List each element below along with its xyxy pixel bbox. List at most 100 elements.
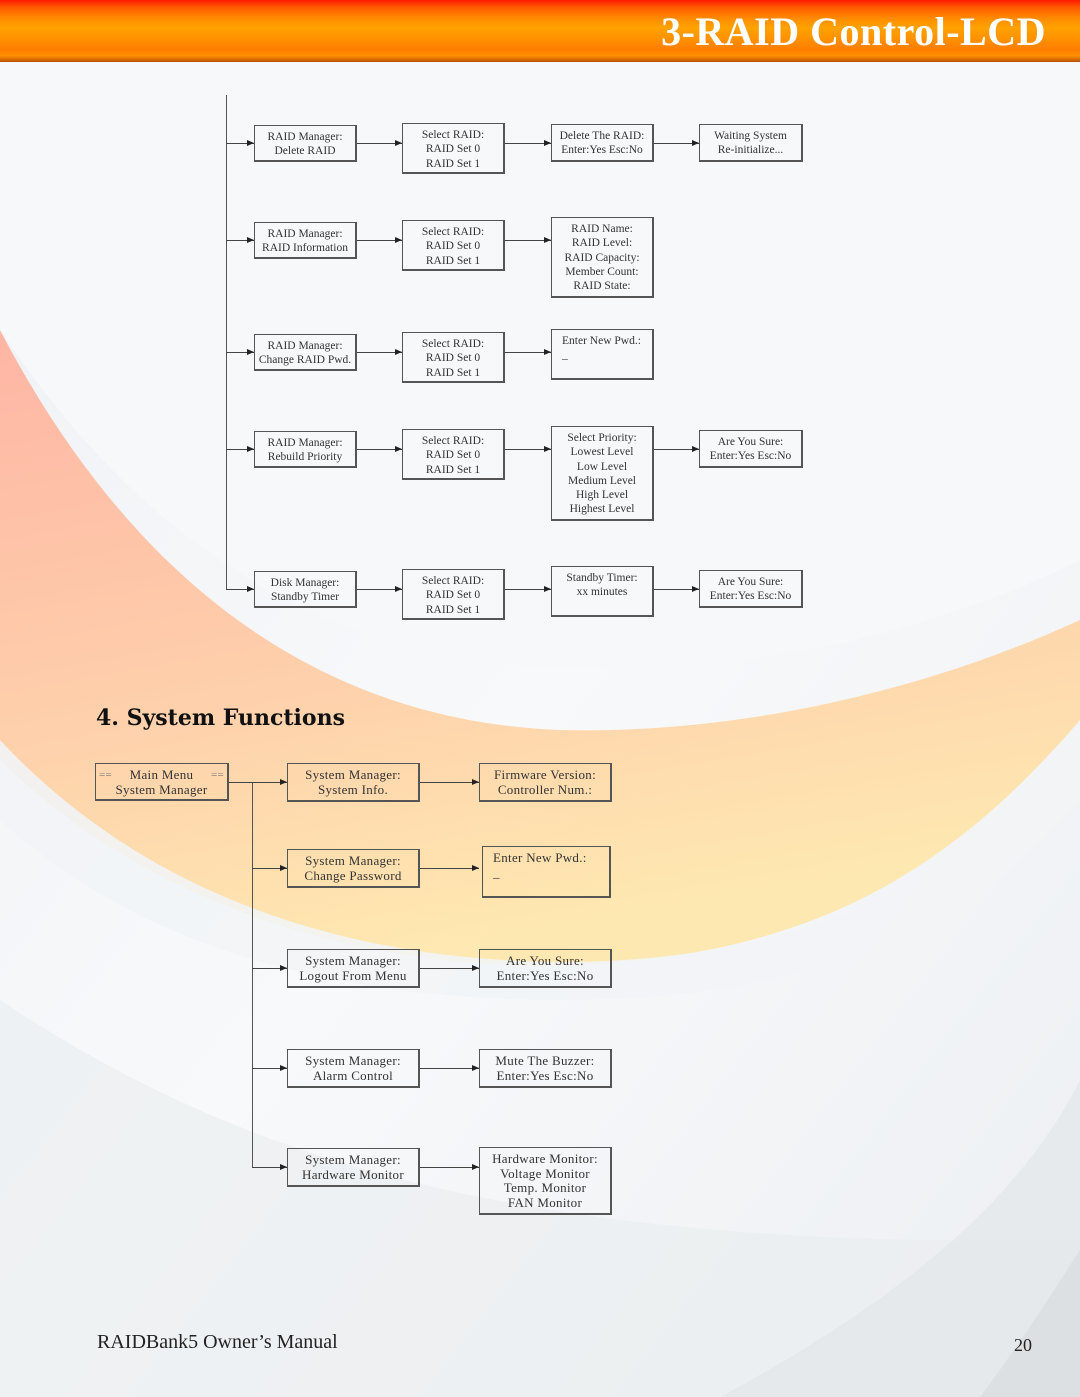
box-line: Disk Manager: <box>270 577 340 589</box>
system-manager-box: System Manager: Change Password <box>287 849 420 888</box>
raid-flow-box: Waiting System Re-initialize... <box>699 124 803 162</box>
box-line: Member Count: <box>565 265 639 278</box>
system-result-box: Hardware Monitor: Voltage Monitor Temp. Mo… <box>479 1147 612 1215</box>
box-line: Waiting System <box>714 130 787 142</box>
arrow-head-icon <box>472 1164 479 1170</box>
box-line: Are You Sure: <box>506 953 584 968</box>
box-line: RAID State: <box>573 280 631 293</box>
box-line: System Manager: <box>305 853 401 868</box>
box-line: RAID Manager: <box>267 437 343 449</box>
box-line: Re-initialize... <box>717 144 784 157</box>
raid-flow-box: RAID Manager: RAID Information <box>254 222 357 259</box>
box-line: RAID Set 1 <box>425 366 481 379</box>
box-line: Enter New Pwd.: <box>493 850 587 865</box>
box-line: RAID Set 0 <box>425 449 481 462</box>
raid-flow-box: Select RAID: RAID Set 0 RAID Set 1 <box>402 220 505 271</box>
box-line: Delete RAID <box>274 145 336 158</box>
box-line: Controller Num.: <box>497 781 593 797</box>
system-manager-box: System Manager: Alarm Control <box>287 1049 420 1088</box>
box-line: Enter New Pwd.: <box>562 335 641 347</box>
main-menu-box: == == Main Menu System Manager <box>95 763 229 801</box>
arrow-head-icon <box>472 865 479 871</box>
arrow-head-icon <box>247 586 254 592</box>
raid-flow-box: RAID Manager: Delete RAID <box>254 125 357 162</box>
raid-flow-box: Delete The RAID: Enter:Yes Esc:No <box>551 124 654 162</box>
arrow-head-icon <box>280 965 287 971</box>
box-line: Change Password <box>304 867 402 883</box>
box-line: Mute The Buzzer: <box>495 1053 595 1068</box>
arrow-head-icon <box>544 349 551 355</box>
box-line: Select RAID: <box>421 435 485 447</box>
box-line: Hardware Monitor <box>302 1166 404 1182</box>
box-line: RAID Manager: <box>267 340 343 352</box>
trunk-line <box>226 95 227 590</box>
box-line: RAID Information <box>262 242 348 255</box>
box-line: Enter:Yes Esc:No <box>496 1067 594 1083</box>
system-result-box: Firmware Version: Controller Num.: <box>479 763 612 802</box>
raid-flow-box: Standby Timer: xx minutes <box>551 566 654 617</box>
menu-marker-left: == <box>99 769 113 781</box>
arrow-head-icon <box>395 446 402 452</box>
box-line: System Manager <box>115 781 208 797</box>
raid-flow-box: Are You Sure: Enter:Yes Esc:No <box>699 570 803 608</box>
system-result-box: Enter New Pwd.: _ <box>482 846 611 898</box>
arrow-head-icon <box>247 140 254 146</box>
box-line: Select RAID: <box>421 575 485 587</box>
box-line: RAID Level: <box>571 237 633 250</box>
box-line: Select Priority: <box>567 432 637 444</box>
box-line: RAID Name: <box>571 223 633 235</box>
connector-line <box>229 782 252 783</box>
box-line: Temp. Monitor <box>503 1180 587 1195</box>
raid-flow-box: RAID Manager: Change RAID Pwd. <box>254 334 357 371</box>
connector-line <box>420 868 479 869</box>
arrow-head-icon <box>247 349 254 355</box>
arrow-head-icon <box>280 865 287 871</box>
box-line: RAID Set 0 <box>425 352 481 365</box>
arrow-head-icon <box>692 140 699 146</box>
system-result-box: Mute The Buzzer: Enter:Yes Esc:No <box>479 1049 612 1088</box>
page-number: 20 <box>1014 1335 1032 1355</box>
raid-flow-box: Select RAID: RAID Set 0 RAID Set 1 <box>402 569 505 620</box>
box-line: _ <box>493 864 500 880</box>
box-line: RAID Set 0 <box>425 143 481 156</box>
box-line: RAID Set 1 <box>425 157 481 170</box>
arrow-head-icon <box>280 779 287 785</box>
box-line: Rebuild Priority <box>267 451 343 464</box>
menu-marker-right: == <box>210 769 224 781</box>
raid-flow-box: RAID Name: RAID Level: RAID Capacity: Membe… <box>551 217 654 298</box>
box-line: RAID Set 1 <box>425 254 481 267</box>
raid-flow-box: Are You Sure: Enter:Yes Esc:No <box>699 430 803 468</box>
box-line: Lowest Level <box>570 446 634 459</box>
arrow-head-icon <box>247 446 254 452</box>
section-heading: 4. System Functions <box>96 705 345 731</box>
arrow-head-icon <box>544 446 551 452</box>
box-line: Select RAID: <box>421 129 485 141</box>
arrow-head-icon <box>472 1065 479 1071</box>
raid-flow-box: Enter New Pwd.: _ <box>551 329 654 380</box>
arrow-head-icon <box>280 1164 287 1170</box>
box-line: Select RAID: <box>421 226 485 238</box>
flowcharts: RAID Manager: Delete RAID Select RAID: RAID… <box>0 0 1080 1397</box>
system-manager-box: System Manager: Logout From Menu <box>287 949 420 988</box>
box-line: Enter:Yes Esc:No <box>709 590 792 603</box>
box-line: Are You Sure: <box>717 576 784 588</box>
arrow-head-icon <box>544 586 551 592</box>
box-line: Standby Timer <box>270 591 340 604</box>
box-line: High Level <box>575 489 629 502</box>
arrow-head-icon <box>472 965 479 971</box>
arrow-head-icon <box>544 237 551 243</box>
box-line: Enter:Yes Esc:No <box>496 967 594 983</box>
connector-line <box>420 782 479 783</box>
box-line: Select RAID: <box>421 338 485 350</box>
arrow-head-icon <box>692 446 699 452</box>
raid-flow-box: RAID Manager: Rebuild Priority <box>254 431 357 468</box>
system-manager-box: System Manager: Hardware Monitor <box>287 1148 420 1187</box>
arrow-head-icon <box>544 140 551 146</box>
box-line: RAID Set 1 <box>425 463 481 476</box>
arrow-head-icon <box>395 237 402 243</box>
box-line: RAID Set 0 <box>425 589 481 602</box>
arrow-head-icon <box>395 586 402 592</box>
box-line: System Manager: <box>305 1152 401 1167</box>
box-line: Main Menu <box>129 767 194 782</box>
arrow-head-icon <box>247 237 254 243</box>
